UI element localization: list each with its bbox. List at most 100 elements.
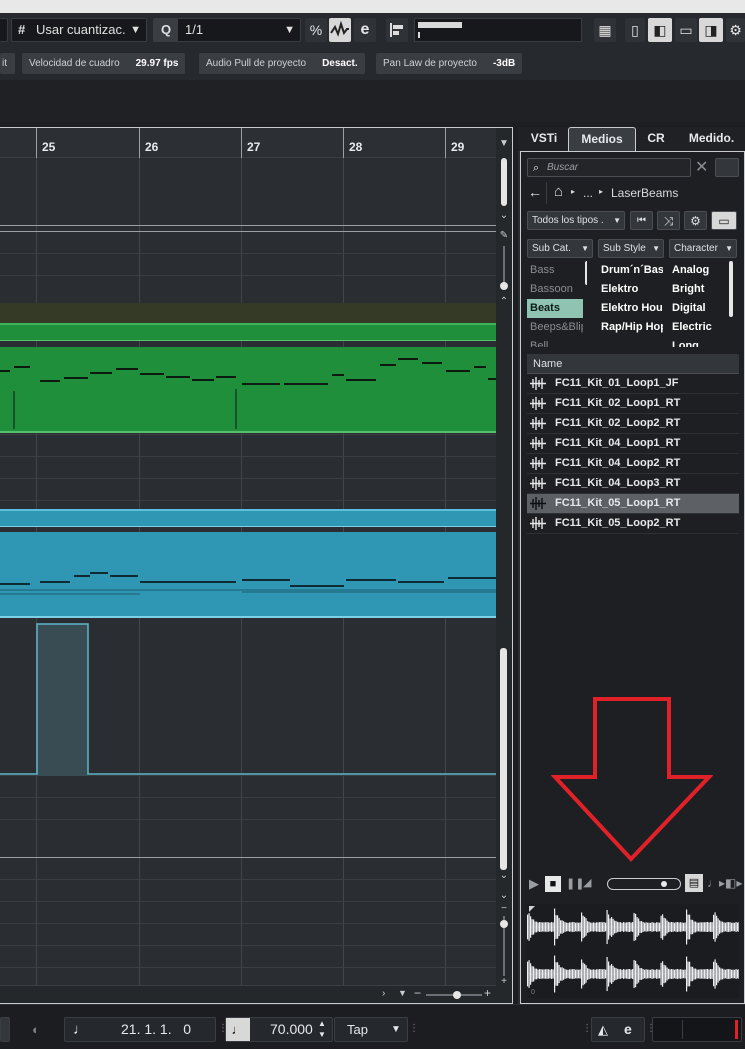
scroll-thumb[interactable] [500, 648, 507, 870]
back-arrow-icon[interactable]: ← [528, 184, 542, 200]
pencil-icon[interactable]: ✎ [498, 230, 510, 242]
midi-part-green[interactable] [0, 347, 496, 433]
zoom-out-icon[interactable]: − [498, 903, 510, 915]
table-row[interactable]: FC11_Kit_02_Loop1_RT [527, 394, 739, 414]
auto-play-icon[interactable]: ▤ [685, 874, 703, 892]
list-item[interactable]: Electric [672, 318, 728, 337]
vertical-scrollbar[interactable]: ▼ ⌄ ✎ ⌃ ⌄ ⌄ − + [496, 128, 512, 1003]
stop-icon[interactable]: ■ [545, 876, 561, 892]
audio-pull-pill[interactable]: Audio Pull de proyecto Desact. [199, 53, 365, 74]
scroll-up-icon[interactable]: ▼ [498, 138, 510, 150]
list-item[interactable]: Long [672, 337, 728, 347]
list-item[interactable]: Beeps&Blip [527, 318, 583, 337]
layout-left-zone-icon[interactable]: ▯ [625, 18, 645, 42]
window-layout-icon[interactable]: ▭ [711, 211, 737, 230]
table-row[interactable]: FC11_Kit_04_Loop2_RT [527, 454, 739, 474]
pan-law-pill[interactable]: Pan Law de proyecto -3dB [376, 53, 523, 74]
table-row[interactable]: FC11_Kit_02_Loop2_RT [527, 414, 739, 434]
edit-e-icon[interactable]: e [354, 18, 376, 42]
chevron-down-icon[interactable]: ⌄ [498, 210, 510, 222]
automation-lane[interactable] [0, 622, 496, 778]
midi-part-cyan-header[interactable] [0, 509, 496, 527]
layout-lower-zone-icon[interactable]: ▭ [675, 18, 697, 42]
align-beats-icon[interactable]: ◧▸ [725, 876, 742, 890]
midi-part-cyan[interactable] [0, 532, 496, 618]
layout-inspector-icon[interactable]: ◧ [648, 18, 672, 42]
search-input[interactable]: ⌕ Buscar [527, 158, 691, 177]
tap-tempo-button[interactable]: Tap ▼ [334, 1017, 408, 1042]
table-row[interactable]: FC11_Kit_04_Loop3_RT [527, 474, 739, 494]
scroll-right-icon[interactable]: › [382, 988, 385, 999]
breadcrumb-folder[interactable]: LaserBeams [611, 186, 678, 200]
play-icon[interactable]: ▶ [529, 876, 539, 892]
close-icon[interactable]: ✕ [695, 157, 708, 177]
iterative-quantize-icon[interactable]: % [305, 18, 327, 42]
gear-icon[interactable]: ⚙ [684, 211, 707, 230]
column-character-select[interactable]: Character ▼ [669, 239, 737, 258]
results-header[interactable]: Name [527, 354, 739, 374]
metronome-icon[interactable]: ♩▸ [707, 876, 725, 890]
track-height-knob[interactable] [500, 282, 508, 290]
tab-medidor[interactable]: Medido. [678, 127, 745, 151]
list-item[interactable]: Analog [672, 261, 728, 280]
tempo-display[interactable]: ♩ 70.000 ▲ ▼ [225, 1017, 333, 1042]
edit-e-icon[interactable]: e [624, 1018, 632, 1041]
scroll-thumb[interactable] [585, 261, 587, 285]
record-mode-icon[interactable]: ◐ [32, 1022, 40, 1037]
quantize-type-select[interactable]: # Usar cuantizac. ▼ [11, 18, 147, 42]
vertical-zoom-knob[interactable] [500, 920, 508, 928]
table-row[interactable]: FC11_Kit_04_Loop1_RT [527, 434, 739, 454]
table-row[interactable]: FC11_Kit_01_Loop1_JF [527, 374, 739, 394]
list-item[interactable]: Digital [672, 299, 728, 318]
home-icon[interactable]: ⌂ [554, 183, 563, 200]
chevron-down-icon[interactable]: ▼ [398, 988, 407, 998]
zoom-out-icon[interactable]: − [414, 986, 421, 1000]
tempo-stepper-icon[interactable]: ▲ ▼ [318, 1018, 326, 1040]
ruler[interactable]: 25 26 27 28 29 [0, 128, 496, 158]
list-view-icon[interactable] [715, 158, 739, 177]
table-row[interactable]: FC11_Kit_05_Loop2_RT [527, 514, 739, 534]
tab-cr[interactable]: CR [638, 127, 674, 151]
list-item[interactable]: Bassoon [527, 280, 583, 299]
scroll-thumb[interactable] [729, 261, 733, 317]
preview-volume-slider[interactable] [607, 878, 681, 890]
tempo-track-icon[interactable]: ♩ [226, 1018, 250, 1041]
list-item[interactable]: Drum´n´Bass [601, 261, 663, 280]
align-icon[interactable] [386, 18, 408, 42]
status-partial[interactable]: it [0, 53, 15, 74]
list-item[interactable]: Bass [527, 261, 583, 280]
chevron-down-icon[interactable]: ⌄ [498, 890, 510, 902]
primary-time-display[interactable]: ♩ 21. 1. 1. 0 [64, 1017, 216, 1042]
transport-left-partial[interactable] [0, 1017, 10, 1042]
list-item[interactable]: Rap/Hip Hop [601, 318, 663, 337]
breadcrumb-ellipsis[interactable]: ... [583, 186, 593, 200]
chevron-up-icon[interactable]: ⌃ [498, 296, 510, 308]
tab-vsti[interactable]: VSTi [522, 127, 566, 151]
chevron-down-icon[interactable]: ⌄ [498, 870, 510, 882]
snap-waveform-icon[interactable] [329, 18, 351, 42]
layout-right-zone-icon[interactable]: ◨ [699, 18, 723, 42]
type-filter-select[interactable]: Todos los tipos . ▼ [527, 211, 625, 230]
frame-rate-pill[interactable]: Velocidad de cuadro 29.97 fps [22, 53, 186, 74]
rewind-icon[interactable]: ⏮ [630, 211, 653, 230]
metronome-icon[interactable]: ◭ [598, 1018, 608, 1041]
table-row-selected[interactable]: FC11_Kit_05_Loop1_RT [527, 494, 739, 514]
tab-medios[interactable]: Medios [568, 127, 636, 151]
zoom-in-icon[interactable]: + [498, 976, 510, 988]
preview-volume-knob[interactable] [660, 881, 667, 887]
list-item-selected[interactable]: Beats [527, 299, 583, 318]
list-item[interactable]: Bright [672, 280, 728, 299]
zoom-in-icon[interactable]: + [484, 986, 491, 1000]
list-item[interactable]: Elektro House [601, 299, 663, 318]
settings-icon[interactable]: ⚙ [726, 18, 745, 42]
pause-icon[interactable]: ❚❚ [566, 877, 584, 890]
column-subcategory-select[interactable]: Sub Cat. ▼ [527, 239, 593, 258]
list-item[interactable]: Elektro [601, 280, 663, 299]
shuffle-icon[interactable]: ⤨ [657, 211, 680, 230]
horizontal-scrollbar[interactable]: › ▼ − + [0, 985, 496, 1003]
list-item[interactable]: Bell [527, 337, 583, 347]
column-substyle-select[interactable]: Sub Style ▼ [598, 239, 664, 258]
horizontal-zoom-knob[interactable] [453, 991, 461, 999]
keyboard-icon[interactable]: ▦ [594, 18, 616, 42]
midi-part-green-header[interactable] [0, 323, 496, 341]
